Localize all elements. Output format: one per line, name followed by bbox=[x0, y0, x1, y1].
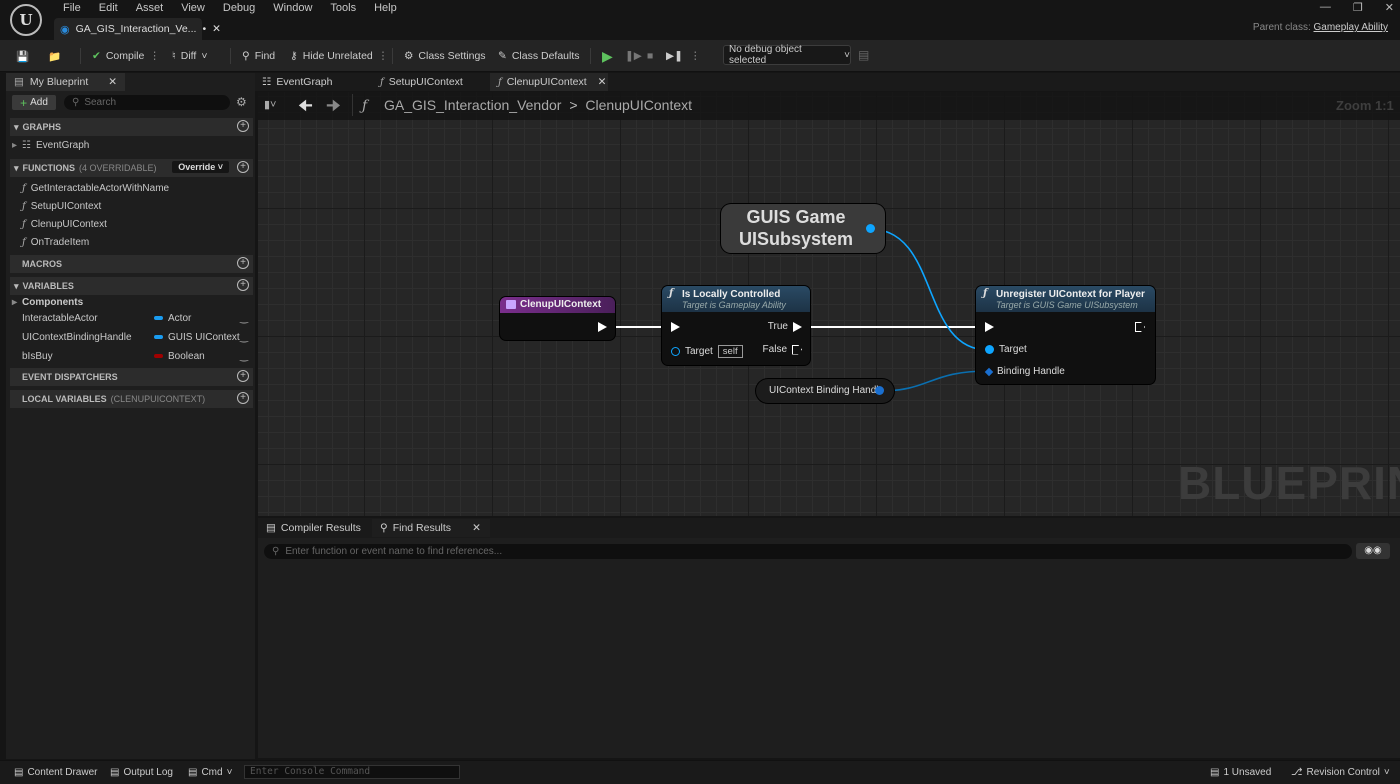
binding-handle-getter-node[interactable]: UIContext Binding Handle bbox=[756, 379, 894, 403]
tab-label: Find Results bbox=[392, 522, 452, 534]
search-icon: ⚲ bbox=[272, 546, 280, 557]
entry-node-header: ClenupUIContext bbox=[500, 297, 615, 313]
subsystem-output-pin[interactable] bbox=[866, 224, 875, 233]
compiler-icon: ▤ bbox=[266, 522, 276, 534]
unregister-node-header: ƒ Unregister UIContext for Player Target… bbox=[976, 286, 1155, 312]
subsystem-target-wire bbox=[869, 228, 989, 351]
log-icon: ▤ bbox=[110, 766, 120, 778]
find-placeholder: Enter function or event name to find ref… bbox=[285, 546, 503, 557]
exec-out-pin[interactable] bbox=[1135, 322, 1145, 332]
console-command-input[interactable]: Enter Console Command bbox=[244, 765, 460, 779]
revision-control-button[interactable]: ⎇ Revision Control ˅ bbox=[1291, 765, 1390, 779]
chevron-down-icon: ˅ bbox=[1383, 766, 1390, 778]
cmd-dropdown[interactable]: ▤ Cmd ˅ bbox=[188, 765, 232, 779]
entry-icon bbox=[506, 300, 516, 309]
chevron-down-icon: ˅ bbox=[226, 766, 233, 778]
tab-find-results[interactable]: ⚲ Find Results ✕ bbox=[372, 519, 490, 537]
find-results-panel bbox=[258, 538, 1400, 758]
binding-handle-var: UIContext Binding Handle bbox=[769, 385, 884, 396]
is-locally-title: Is Locally Controlled bbox=[682, 289, 781, 300]
is-locally-controlled-node[interactable]: ƒ Is Locally Controlled Target is Gamepl… bbox=[662, 286, 810, 365]
binoculars-icon: ◉◉ bbox=[1364, 545, 1382, 556]
false-label: False bbox=[762, 344, 787, 355]
binding-handle-wire bbox=[879, 370, 989, 392]
exec-in-pin[interactable] bbox=[985, 322, 994, 332]
subsystem-title-line2: UISubsystem bbox=[738, 229, 854, 249]
true-pin[interactable]: True bbox=[768, 321, 802, 332]
binding-handle-output-pin[interactable] bbox=[875, 386, 884, 395]
is-locally-node-header: ƒ Is Locally Controlled Target is Gamepl… bbox=[662, 286, 810, 312]
unregister-uicontext-node[interactable]: ƒ Unregister UIContext for Player Target… bbox=[976, 286, 1155, 384]
content-drawer-label: Content Drawer bbox=[27, 766, 98, 778]
is-locally-subtitle: Target is Gameplay Ability bbox=[682, 300, 786, 310]
self-value[interactable]: self bbox=[717, 345, 743, 358]
unregister-title: Unregister UIContext for Player bbox=[996, 289, 1145, 300]
exec-in-pin[interactable] bbox=[671, 322, 680, 332]
target-pin[interactable]: Target bbox=[985, 344, 1027, 355]
binding-handle-label: Binding Handle bbox=[997, 366, 1065, 377]
target-label: Target bbox=[999, 344, 1027, 355]
target-pin-socket bbox=[671, 347, 680, 356]
target-label: Target bbox=[685, 346, 713, 357]
binding-handle-socket bbox=[984, 367, 994, 376]
content-drawer-button[interactable]: ▤ Content Drawer bbox=[14, 765, 97, 779]
binoculars-button[interactable]: ◉◉ bbox=[1356, 543, 1390, 559]
function-icon: ƒ bbox=[669, 288, 674, 299]
exec-out-pin[interactable] bbox=[598, 322, 607, 332]
binding-handle-node-label: UIContext Binding Handle bbox=[769, 385, 885, 396]
unsaved-label: 1 Unsaved bbox=[1223, 766, 1272, 778]
entry-node-title: ClenupUIContext bbox=[520, 299, 602, 310]
close-tab-icon[interactable]: ✕ bbox=[472, 522, 481, 534]
entry-node[interactable]: ClenupUIContext bbox=[500, 297, 615, 340]
subsystem-title-line1: GUIS Game bbox=[746, 207, 846, 227]
revision-control-label: Revision Control bbox=[1306, 766, 1380, 778]
terminal-icon: ▤ bbox=[188, 766, 198, 778]
revision-control-icon: ⎇ bbox=[1291, 766, 1303, 778]
unsaved-icon: ▤ bbox=[1210, 766, 1220, 778]
unsaved-button[interactable]: ▤ 1 Unsaved bbox=[1210, 765, 1271, 779]
true-label: True bbox=[767, 321, 788, 332]
true-exec-pin bbox=[793, 321, 802, 332]
target-pin-socket bbox=[985, 345, 994, 354]
output-log-button[interactable]: ▤ Output Log bbox=[110, 765, 173, 779]
find-references-input[interactable]: ⚲ Enter function or event name to find re… bbox=[264, 544, 1352, 559]
drawer-icon: ▤ bbox=[14, 766, 24, 778]
search-icon: ⚲ bbox=[380, 522, 388, 534]
cmd-label: Cmd bbox=[201, 766, 223, 778]
function-icon: ƒ bbox=[983, 288, 988, 299]
subsystem-getter-node[interactable]: GUIS Game UISubsystem bbox=[721, 204, 885, 253]
false-exec-pin bbox=[792, 344, 802, 355]
binding-handle-pin[interactable]: Binding Handle bbox=[984, 366, 1065, 377]
unregister-subtitle: Target is GUIS Game UISubsystem bbox=[996, 300, 1138, 310]
target-pin[interactable]: Target self bbox=[671, 345, 743, 358]
tab-label: Compiler Results bbox=[280, 522, 361, 534]
false-pin[interactable]: False bbox=[763, 344, 802, 355]
output-log-label: Output Log bbox=[123, 766, 173, 778]
tab-compiler-results[interactable]: ▤ Compiler Results bbox=[258, 519, 369, 537]
